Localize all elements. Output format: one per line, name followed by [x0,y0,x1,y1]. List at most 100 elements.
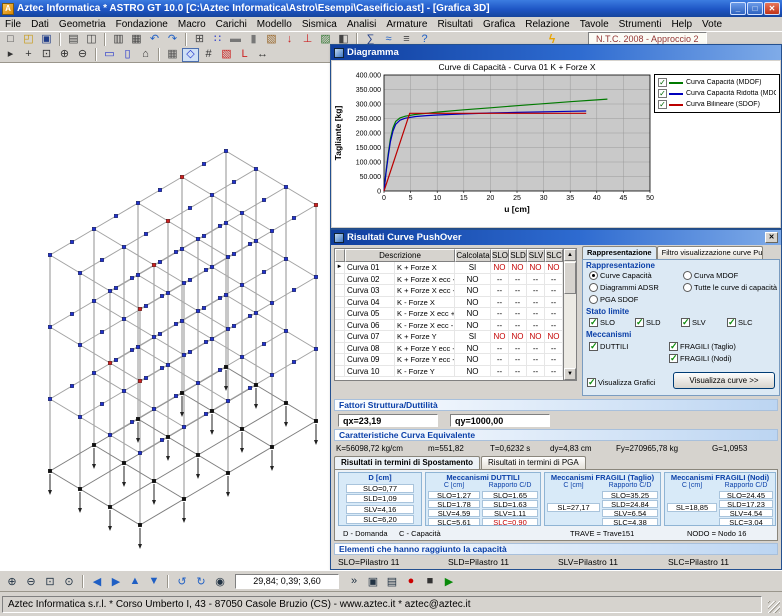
rotate-right-icon[interactable]: ↻ [192,573,210,590]
pan-up-icon[interactable]: ▲ [126,573,144,590]
checkbox-slc[interactable]: SLC [727,318,753,327]
tab-filtro-curve[interactable]: Filtro visualizzazione curve Push-Over [657,246,763,259]
wireframe-icon[interactable]: ▦ [164,48,181,62]
curve-row[interactable]: Curva 05K - Forze X ecc +NO-------- [335,308,576,320]
columns-icon[interactable]: ▮ [245,33,262,47]
zoom-out-icon[interactable]: ⊖ [74,48,91,62]
radio-icon[interactable] [589,283,598,292]
tab-spostamento[interactable]: Risultati in termini di Spostamento [334,456,480,469]
table-scrollbar[interactable]: ▲ ▼ [563,249,576,380]
checkbox-icon[interactable] [669,354,678,363]
nodes-icon[interactable]: ∷ [209,33,226,47]
redo-icon[interactable]: ↷ [164,33,181,47]
zoom-in-icon[interactable]: ⊕ [3,573,21,590]
copy-icon[interactable]: ▥ [110,33,127,47]
open-file-icon[interactable]: ◰ [20,33,37,47]
legend-item[interactable]: ✓Curva Capacità Ridotta (MDOF) [658,88,776,99]
walkthrough-icon[interactable]: » [345,573,363,590]
menu-item-macro[interactable]: Macro [173,19,211,30]
checkbox-visualizza-grafici[interactable]: Visualizza Grafici [587,378,655,387]
menu-item-vote[interactable]: Vote [697,19,727,30]
save-icon[interactable]: ▣ [38,33,55,47]
maximize-button[interactable]: □ [747,2,763,15]
new-file-icon[interactable]: □ [2,33,19,47]
video-icon[interactable]: ▤ [383,573,401,590]
radio-pga-sdof[interactable]: PGA SDOF [589,295,638,304]
loads-icon[interactable]: ↓ [281,33,298,47]
beams-icon[interactable]: ▬ [227,33,244,47]
stop-icon[interactable]: ■ [421,573,439,590]
checkbox-icon[interactable] [727,318,736,327]
col-slo[interactable]: SLO [491,249,509,262]
structure-wireframe[interactable] [0,63,330,570]
print-icon[interactable]: ▤ [65,33,82,47]
menu-item-geometria[interactable]: Geometria [54,19,111,30]
tab-rappresentazione[interactable]: Rappresentazione [582,246,657,259]
rotate-left-icon[interactable]: ↺ [173,573,191,590]
curve-row[interactable]: Curva 02K + Forze X ecc +NO-------- [335,274,576,286]
curve-row[interactable]: Curva 09K + Forze Y ecc -NO-------- [335,354,576,366]
curve-row[interactable]: Curva 03K + Forze X ecc -NO-------- [335,285,576,297]
checkbox-duttili[interactable]: DUTTILI [589,342,628,351]
curve-row[interactable]: Curva 10K - Forze YNO-------- [335,366,576,378]
checkbox-icon[interactable] [669,342,678,351]
col-descrizione[interactable]: Descrizione [345,249,455,262]
checkbox-icon[interactable] [589,342,598,351]
checkbox-slv[interactable]: SLV [681,318,706,327]
resize-grip[interactable] [768,601,780,613]
undo-icon[interactable]: ↶ [146,33,163,47]
curve-row[interactable]: Curva 04K - Forze XNO-------- [335,297,576,309]
menu-item-armature[interactable]: Armature [381,19,432,30]
grid-icon[interactable]: ⊞ [191,33,208,47]
radio-tutte-le-curve[interactable]: Tutte le curve di capacità [683,283,779,292]
pan-down-icon[interactable]: ▼ [145,573,163,590]
slab-icon[interactable]: ▧ [263,33,280,47]
menu-item-sismica[interactable]: Sismica [297,19,342,30]
paste-icon[interactable]: ▦ [128,33,145,47]
radio-curva-mdof[interactable]: Curva MDOF [683,271,738,280]
legend-checkbox[interactable]: ✓ [658,100,667,109]
checkbox-icon[interactable] [681,318,690,327]
legend-item[interactable]: ✓Curva Capacità (MDOF) [658,77,776,88]
legend-item[interactable]: ✓Curva Bilineare (SDOF) [658,99,776,110]
local-axes-icon[interactable]: L [236,48,253,62]
checkbox-icon[interactable] [635,318,644,327]
results-window-titlebar[interactable]: Risultati Curve PushOver ✕ [331,230,781,245]
eye-icon[interactable]: ◉ [211,573,229,590]
menu-item-strumenti[interactable]: Strumenti [614,19,667,30]
menu-item-grafica[interactable]: Grafica [478,19,520,30]
col-sld[interactable]: SLD [509,249,527,262]
curve-row[interactable]: Curva 08K + Forze Y ecc +NO-------- [335,343,576,355]
curve-row[interactable]: Curva 06K - Forze X ecc -NO-------- [335,320,576,332]
col-slv[interactable]: SLV [527,249,545,262]
radio-curve-capacita[interactable]: Curve Capacità [589,271,652,280]
radio-icon[interactable] [683,283,692,292]
checkbox-icon[interactable] [587,378,596,387]
checkbox-fragili-nodi[interactable]: FRAGILI (Nodi) [669,354,732,363]
zoom-in-icon[interactable]: ⊕ [56,48,73,62]
axonometry-icon[interactable]: ⌂ [137,48,154,62]
view-front-icon[interactable]: ▯ [119,48,136,62]
record-icon[interactable]: ● [402,573,420,590]
numbering-icon[interactable]: # [200,48,217,62]
measure-icon[interactable]: ↔ [254,48,271,62]
pan-icon[interactable]: + [20,48,37,62]
menu-item-modello[interactable]: Modello [252,19,297,30]
colors-icon[interactable]: ▧ [218,48,235,62]
menu-item-help[interactable]: Help [666,19,697,30]
view-3d-icon[interactable]: ◇ [182,48,199,62]
radio-icon[interactable] [589,271,598,280]
scroll-up-icon[interactable]: ▲ [564,249,576,261]
menu-item-analisi[interactable]: Analisi [342,19,381,30]
zoom-window-icon[interactable]: ⊡ [38,48,55,62]
menu-item-fondazione[interactable]: Fondazione [111,19,173,30]
pan-left-icon[interactable]: ◀ [88,573,106,590]
minimize-button[interactable]: _ [730,2,746,15]
view-plan-icon[interactable]: ▭ [101,48,118,62]
zoom-window-icon[interactable]: ⊡ [41,573,59,590]
supports-icon[interactable]: ⊥ [299,33,316,47]
radio-icon[interactable] [683,271,692,280]
menu-item-tavole[interactable]: Tavole [575,19,614,30]
scroll-thumb[interactable] [564,262,576,294]
checkbox-fragili-taglio[interactable]: FRAGILI (Taglio) [669,342,736,351]
